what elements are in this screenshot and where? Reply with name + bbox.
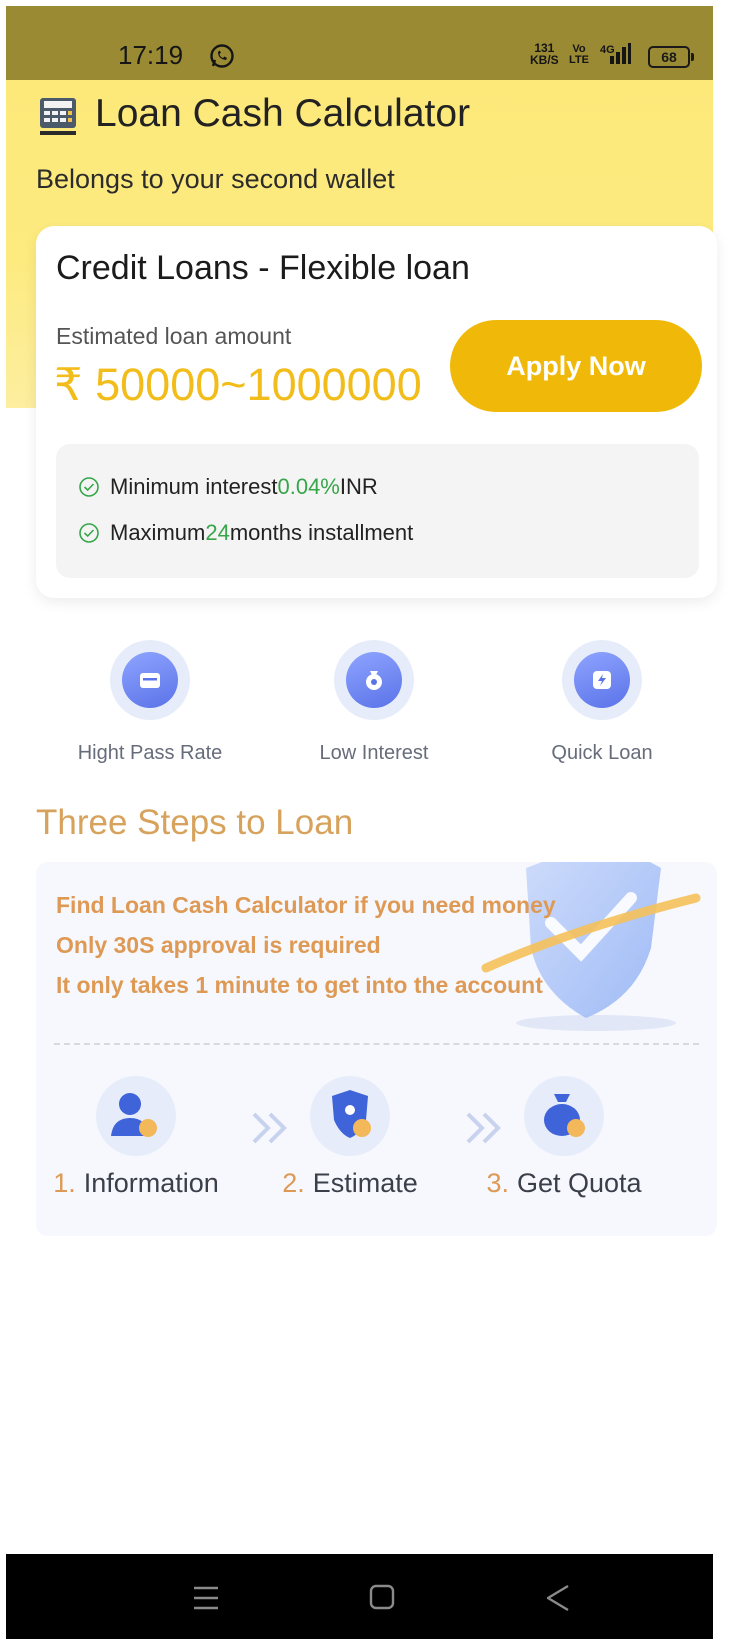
perk-installment-suffix: months installment [229, 520, 414, 545]
loan-card: Credit Loans - Flexible loan Estimated l… [36, 226, 717, 598]
battery-icon: 68 [648, 46, 694, 68]
money-bag-icon [544, 1094, 585, 1137]
user-icon [111, 1093, 157, 1137]
perk-installment-value: 24 [205, 520, 230, 545]
money-bag-icon [366, 671, 382, 690]
check-circle-icon [79, 523, 99, 543]
apply-now-button[interactable]: Apply Now [450, 320, 702, 412]
feature-pass-rate[interactable]: Hight Pass Rate [50, 640, 250, 765]
system-nav-bar [6, 1554, 713, 1639]
perks-box: Minimum interest 0.04% INR Maximum 24 mo… [56, 444, 699, 578]
net-speed: 131 KB/S [530, 42, 559, 66]
perk-interest-suffix: INR [339, 474, 378, 499]
steps-box: Find Loan Cash Calculator if you need mo… [36, 862, 717, 1236]
status-time: 17:19 [118, 40, 184, 70]
step-1-number: 1. [53, 1168, 76, 1198]
feature-quick-loan-label: Quick Loan [551, 742, 653, 764]
step-information: 1. Information [36, 1076, 236, 1199]
perk-interest: Minimum interest 0.04% INR [78, 474, 378, 500]
feature-pass-rate-label: Hight Pass Rate [77, 742, 223, 764]
perk-interest-value: 0.04% [277, 474, 340, 499]
steps-line-3: It only takes 1 minute to get into the a… [56, 972, 543, 998]
status-bar: 17:19 131 KB/S Vo LTE 4G 68 [6, 6, 713, 80]
home-icon[interactable] [362, 1580, 402, 1616]
battery-level: 68 [661, 49, 677, 65]
estimate-label: Estimated loan amount [56, 323, 292, 349]
perk-installment: Maximum 24 months installment [78, 520, 413, 546]
app-title: Loan Cash Calculator [95, 92, 471, 135]
perk-interest-prefix: Minimum interest [110, 474, 278, 499]
volte-bottom: LTE [569, 54, 589, 66]
feature-quick-loan[interactable]: Quick Loan [502, 640, 702, 765]
network-type: 4G [600, 44, 615, 56]
whatsapp-icon [210, 44, 234, 68]
feature-low-interest-label: Low Interest [319, 742, 429, 764]
volte-indicator: Vo LTE [569, 44, 589, 66]
wallet-icon [140, 673, 160, 688]
step-1-label: Information [83, 1168, 219, 1198]
signal-icon: 4G [600, 43, 631, 64]
step-get-quota: 3. Get Quota [464, 1076, 664, 1199]
loan-card-title: Credit Loans - Flexible loan [56, 249, 470, 287]
menu-icon[interactable] [186, 1580, 226, 1616]
loan-amount: ₹ 50000~1000000 [54, 359, 422, 410]
perk-installment-prefix: Maximum [110, 520, 206, 545]
step-2-label: Estimate [312, 1168, 418, 1198]
net-speed-unit: KB/S [530, 53, 559, 67]
features-row: Hight Pass Rate Low Interest Quick Loan [6, 640, 713, 770]
steps-divider [54, 1043, 699, 1045]
steps-title: Three Steps to Loan [36, 803, 354, 842]
back-icon[interactable] [538, 1580, 578, 1616]
steps-line-1: Find Loan Cash Calculator if you need mo… [56, 892, 556, 918]
step-3-number: 3. [486, 1168, 509, 1198]
shield-illustration-icon [481, 862, 701, 1031]
steps-line-2: Only 30S approval is required [56, 932, 381, 958]
lightning-icon [593, 671, 611, 689]
feature-low-interest[interactable]: Low Interest [274, 640, 474, 765]
check-circle-icon [79, 477, 99, 497]
shield-check-icon [332, 1090, 371, 1138]
app-subtitle: Belongs to your second wallet [36, 164, 395, 194]
calculator-logo-icon [40, 98, 76, 135]
step-2-number: 2. [282, 1168, 305, 1198]
step-3-label: Get Quota [516, 1168, 642, 1198]
step-estimate: 2. Estimate [250, 1076, 450, 1199]
